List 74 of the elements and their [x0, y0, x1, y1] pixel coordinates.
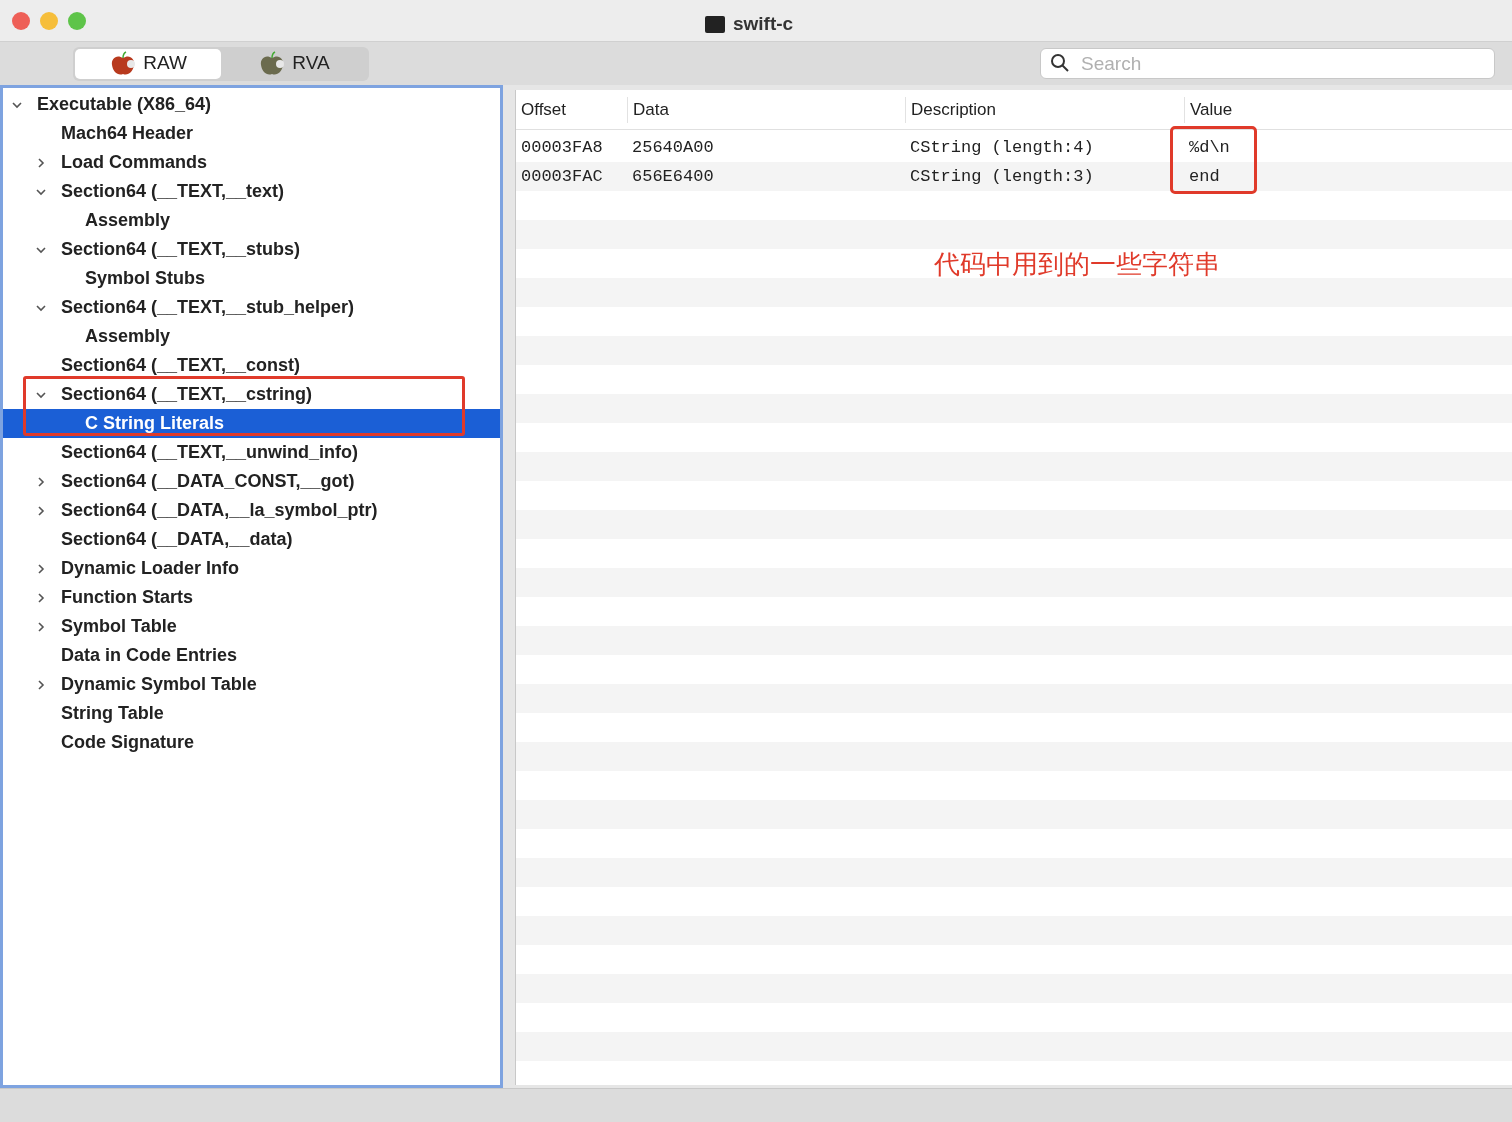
- tree-item[interactable]: Load Commands: [3, 148, 500, 177]
- tree-item-label: Symbol Table: [61, 615, 177, 638]
- table-cell-text: %d\n: [1188, 136, 1231, 159]
- column-header[interactable]: Value: [1184, 96, 1384, 123]
- table-cell-text: 00003FA8: [520, 136, 604, 159]
- tree-item-label: Load Commands: [61, 151, 207, 174]
- tree-item-label: C String Literals: [85, 412, 225, 435]
- column-header[interactable]: Data: [627, 96, 905, 123]
- tree-item[interactable]: Mach64 Header: [3, 119, 500, 148]
- annotation-text: 代码中用到的一些字符串: [934, 248, 1220, 281]
- tree-item-label: Section64 (__DATA_CONST,__got): [61, 470, 355, 493]
- tree-item-label: Symbol Stubs: [85, 267, 205, 290]
- tree-item-label: Data in Code Entries: [61, 644, 238, 667]
- chevron-right-icon[interactable]: [35, 475, 47, 488]
- tree-item-label: Section64 (__TEXT,__cstring): [61, 383, 313, 406]
- tree-item[interactable]: Symbol Stubs: [3, 264, 500, 293]
- tree-item-label: Assembly: [85, 325, 171, 348]
- tree-item-label: Section64 (__DATA,__la_symbol_ptr): [61, 499, 378, 522]
- tree-item[interactable]: Dynamic Loader Info: [3, 554, 500, 583]
- table-cell-text: CString (length:4): [909, 136, 1095, 159]
- chevron-right-icon[interactable]: [35, 504, 47, 517]
- mode-tab[interactable]: RAW: [75, 48, 221, 79]
- tree-item-label: Function Starts: [61, 586, 193, 609]
- table-cell-text: 25640A00: [631, 136, 715, 159]
- chevron-right-icon[interactable]: [35, 562, 47, 575]
- tree-item[interactable]: Section64 (__DATA_CONST,__got): [3, 467, 500, 496]
- tree-item-label: Section64 (__TEXT,__text): [61, 180, 285, 203]
- search-icon: [1050, 53, 1070, 73]
- tree-item-label: Section64 (__TEXT,__const): [61, 354, 301, 377]
- tree-item[interactable]: Section64 (__TEXT,__stubs): [3, 235, 500, 264]
- tree-item-label: Dynamic Loader Info: [61, 557, 240, 580]
- table-cell-text: end: [1188, 165, 1221, 188]
- tree-item-label: Mach64 Header: [61, 122, 194, 145]
- tree-item[interactable]: Function Starts: [3, 583, 500, 612]
- tree-item[interactable]: Assembly: [3, 322, 500, 351]
- table-cell-text: 00003FAC: [520, 165, 604, 188]
- window-title: swift-c: [733, 12, 794, 36]
- tree-item[interactable]: Section64 (__TEXT,__const): [3, 351, 500, 380]
- tree-item-label: Section64 (__TEXT,__stub_helper): [61, 296, 355, 319]
- tree-item-label: Code Signature: [61, 731, 194, 754]
- tree-item[interactable]: Assembly: [3, 206, 500, 235]
- tree-item[interactable]: Section64 (__TEXT,__text): [3, 177, 500, 206]
- search-field[interactable]: Search: [1040, 48, 1495, 79]
- chevron-right-icon[interactable]: [35, 678, 47, 691]
- table-cell-text: 656E6400: [631, 165, 715, 188]
- tree-item[interactable]: Section64 (__TEXT,__stub_helper): [3, 293, 500, 322]
- apple-icon: [258, 50, 287, 77]
- column-header[interactable]: Offset: [516, 96, 627, 123]
- close-button[interactable]: [12, 11, 30, 30]
- table-cell-text: CString (length:3): [909, 165, 1095, 188]
- tree-item-label: Assembly: [85, 209, 171, 232]
- mode-tab[interactable]: RVA: [221, 48, 367, 79]
- apple-icon: [109, 50, 138, 77]
- tree-item[interactable]: Symbol Table: [3, 612, 500, 641]
- tree-item-label: String Table: [61, 702, 164, 725]
- chevron-right-icon[interactable]: [35, 620, 47, 633]
- tree-item-label: Dynamic Symbol Table: [61, 673, 257, 696]
- tree-item-label: Section64 (__TEXT,__unwind_info): [61, 441, 359, 464]
- chevron-right-icon[interactable]: [35, 156, 47, 169]
- tree-item[interactable]: Section64 (__DATA,__data): [3, 525, 500, 554]
- tree-item[interactable]: Section64 (__TEXT,__cstring): [3, 380, 500, 409]
- terminal-icon: [705, 15, 725, 33]
- column-header[interactable]: Description: [905, 96, 1184, 123]
- tree-item-label: Section64 (__TEXT,__stubs): [61, 238, 301, 261]
- tree-item-label: Executable (X86_64): [37, 93, 212, 116]
- tree-item-label: Section64 (__DATA,__data): [61, 528, 293, 551]
- tree-item[interactable]: Data in Code Entries: [3, 641, 500, 670]
- tree-item[interactable]: Executable (X86_64): [3, 90, 500, 119]
- tree-item[interactable]: Section64 (__DATA,__la_symbol_ptr): [3, 496, 500, 525]
- tree-item[interactable]: Dynamic Symbol Table: [3, 670, 500, 699]
- tree-item[interactable]: Code Signature: [3, 728, 500, 757]
- tree-item[interactable]: Section64 (__TEXT,__unwind_info): [3, 438, 500, 467]
- chevron-right-icon[interactable]: [35, 591, 47, 604]
- tree-item[interactable]: String Table: [3, 699, 500, 728]
